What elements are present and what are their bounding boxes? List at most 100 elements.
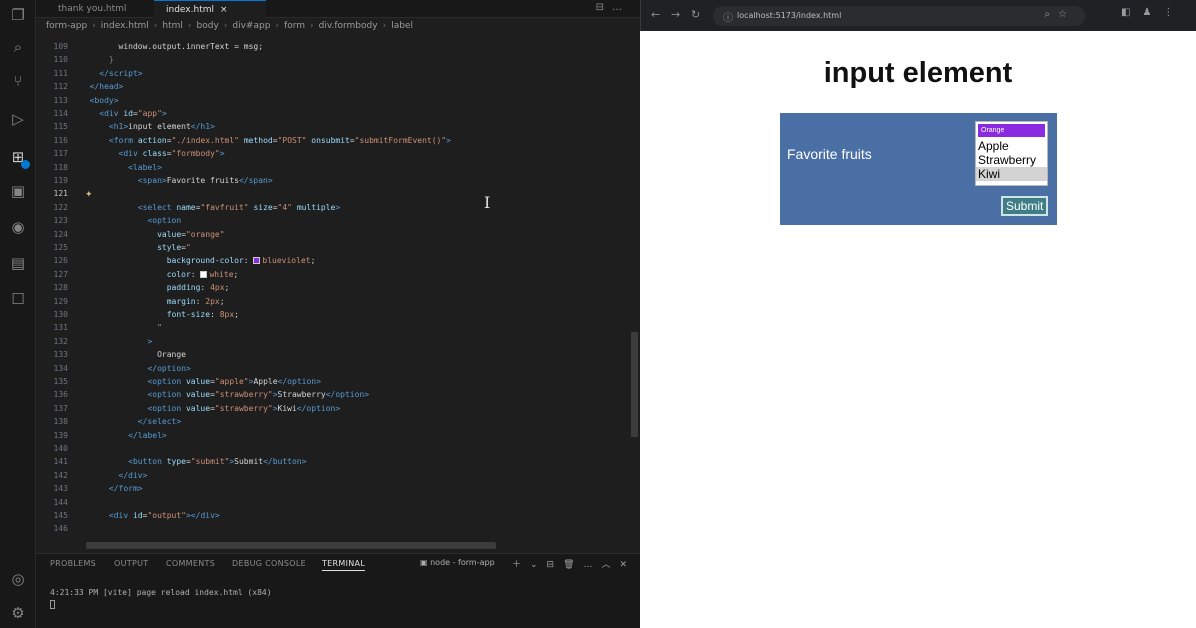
- extensions-icon[interactable]: ⊞: [9, 148, 30, 169]
- code-line[interactable]: 125 style=": [36, 241, 630, 254]
- line-text: </div>: [118, 470, 148, 480]
- chat-icon[interactable]: ☐: [9, 290, 27, 308]
- terminal-icon[interactable]: ▤: [9, 254, 27, 272]
- back-icon[interactable]: ←: [651, 8, 660, 21]
- option-strawberry[interactable]: Strawberry: [976, 153, 1047, 167]
- line-number: 124: [53, 229, 68, 239]
- code-line[interactable]: 143 </form>: [36, 482, 630, 495]
- address-bar[interactable]: ⓘ localhost:5173/index.html ⌕☆: [713, 6, 1085, 26]
- code-line[interactable]: 127 color: white;: [36, 268, 630, 281]
- run-debug-icon[interactable]: ▷: [9, 110, 27, 128]
- panel-actions[interactable]: ＋⌄⊟🗑…︿✕: [512, 557, 636, 570]
- code-line[interactable]: 112 </head>: [36, 80, 630, 93]
- code-line[interactable]: 116 <form action="./index.html" method="…: [36, 134, 630, 147]
- tab-problems[interactable]: PROBLEMS: [50, 559, 96, 568]
- fruit-select-list[interactable]: Orange Apple Strawberry Kiwi: [975, 121, 1048, 186]
- code-line[interactable]: 110 }: [36, 53, 630, 66]
- remote-explorer-icon[interactable]: ▣: [9, 182, 27, 200]
- code-line[interactable]: 109 window.output.innerText = msg;: [36, 40, 630, 53]
- option-apple[interactable]: Apple: [976, 139, 1047, 153]
- forward-icon[interactable]: →: [671, 8, 680, 21]
- breadcrumb-separator: ›: [223, 21, 228, 31]
- settings-gear-icon[interactable]: ⚙: [9, 604, 27, 622]
- option-kiwi[interactable]: Kiwi: [976, 167, 1047, 181]
- tab-comments[interactable]: COMMENTS: [166, 559, 215, 568]
- code-line[interactable]: 121: [36, 187, 630, 200]
- code-line[interactable]: 114 <div id="app">: [36, 107, 630, 120]
- reload-icon[interactable]: ↻: [691, 8, 700, 21]
- code-line[interactable]: 129 margin: 2px;: [36, 295, 630, 308]
- terminal-selector[interactable]: ▣ node - form-app: [420, 558, 495, 567]
- code-line[interactable]: 133 Orange: [36, 348, 630, 361]
- tab-index-html[interactable]: index.html ×: [154, 0, 266, 18]
- breadcrumb-item[interactable]: form: [284, 21, 305, 31]
- tab-debug-console[interactable]: DEBUG CONSOLE: [232, 559, 306, 568]
- code-line[interactable]: 137 <option value="strawberry">Kiwi</opt…: [36, 402, 630, 415]
- source-control-icon[interactable]: ⑂: [9, 72, 27, 90]
- code-area[interactable]: 109 window.output.innerText = msg; 110 } 1…: [36, 40, 630, 540]
- code-line[interactable]: 145 <div id="output"></div>: [36, 509, 630, 522]
- code-line[interactable]: 144: [36, 496, 630, 509]
- code-line[interactable]: 124 value="orange": [36, 228, 630, 241]
- breadcrumb-item[interactable]: form-app: [46, 21, 87, 31]
- code-line[interactable]: 134 </option>: [36, 362, 630, 375]
- line-text: value="orange": [157, 229, 225, 239]
- code-line[interactable]: 135 <option value="apple">Apple</option>: [36, 375, 630, 388]
- breadcrumb-item[interactable]: div.formbody: [319, 21, 378, 31]
- breadcrumb-item[interactable]: label: [391, 21, 413, 31]
- browser-menu-icons[interactable]: ◧♟⋮: [1121, 7, 1185, 18]
- code-line[interactable]: 142 </div>: [36, 469, 630, 482]
- option-orange[interactable]: Orange: [978, 124, 1045, 137]
- code-line[interactable]: 115 <h1>input element</h1>: [36, 120, 630, 133]
- account-icon[interactable]: ◎: [9, 570, 27, 588]
- vertical-scrollbar[interactable]: [631, 332, 638, 437]
- line-number: 127: [53, 269, 68, 279]
- editor-actions[interactable]: ⊟…: [596, 2, 630, 13]
- files-icon[interactable]: ❐: [9, 6, 27, 24]
- code-line[interactable]: 126 background-color: blueviolet;: [36, 254, 630, 267]
- code-line[interactable]: 123 <option: [36, 214, 630, 227]
- line-number: 134: [53, 363, 68, 373]
- submit-button[interactable]: Submit: [1001, 196, 1049, 216]
- code-line[interactable]: 132 >: [36, 335, 630, 348]
- line-number: 142: [53, 470, 68, 480]
- site-info-icon[interactable]: ⓘ: [723, 9, 733, 24]
- code-line[interactable]: 140: [36, 442, 630, 455]
- line-number: 115: [53, 122, 68, 132]
- tab-terminal[interactable]: TERMINAL: [322, 559, 366, 571]
- tab-thank-you[interactable]: thank you.html: [46, 0, 126, 18]
- code-line[interactable]: 146: [36, 522, 630, 535]
- close-icon[interactable]: ×: [220, 5, 228, 15]
- horizontal-scrollbar[interactable]: [86, 542, 496, 549]
- terminal-cursor: [50, 600, 55, 609]
- code-line[interactable]: 117 <div class="formbody">: [36, 147, 630, 160]
- breadcrumb-item[interactable]: index.html: [101, 21, 149, 31]
- code-line[interactable]: 131 ": [36, 321, 630, 334]
- edge-devtools-icon[interactable]: ◉: [9, 218, 27, 236]
- breadcrumb-separator: ›: [310, 21, 314, 31]
- lightbulb-icon[interactable]: ✦: [85, 190, 95, 202]
- code-line[interactable]: 138 </select>: [36, 415, 630, 428]
- line-number: 145: [53, 511, 68, 520]
- breadcrumb-item[interactable]: html: [162, 21, 183, 31]
- url-text[interactable]: localhost:5173/index.html: [737, 11, 841, 20]
- tab-output[interactable]: OUTPUT: [114, 559, 148, 568]
- code-line[interactable]: 111 </script>: [36, 67, 630, 80]
- page-heading: input element: [823, 57, 1013, 89]
- line-text: style=": [157, 243, 191, 252]
- search-icon[interactable]: ⌕: [9, 38, 27, 56]
- code-line[interactable]: 139 </label>: [36, 429, 630, 442]
- code-line[interactable]: 130 font-size: 8px;: [36, 308, 630, 321]
- code-line[interactable]: 128 padding: 4px;: [36, 281, 630, 294]
- breadcrumb-item[interactable]: body: [197, 21, 219, 31]
- code-line[interactable]: 118 <label>: [36, 161, 630, 174]
- code-line[interactable]: 122 <select name="favfruit" size="4" mul…: [36, 201, 630, 214]
- code-line[interactable]: 113 <body>: [36, 94, 630, 107]
- zoom-icon[interactable]: ⌕☆: [1044, 9, 1075, 20]
- favorite-fruits-label: Favorite fruits: [787, 146, 872, 162]
- code-line[interactable]: 119 <span>Favorite fruits</span>: [36, 174, 630, 187]
- code-line[interactable]: 141 <button type="submit">Submit</button…: [36, 455, 630, 468]
- line-number: 138: [53, 417, 68, 427]
- code-line[interactable]: 136 <option value="strawberry">Strawberr…: [36, 388, 630, 401]
- breadcrumb-item[interactable]: div#app: [232, 21, 270, 31]
